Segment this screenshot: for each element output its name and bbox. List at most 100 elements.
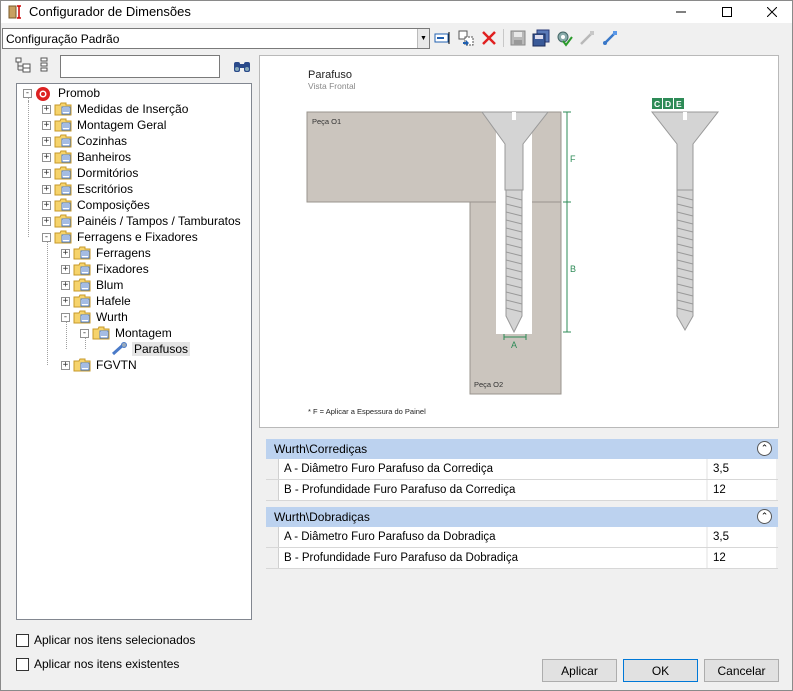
expand-node-icon[interactable]: +	[61, 264, 70, 274]
copy-config-icon[interactable]	[457, 29, 475, 47]
expand-node-icon[interactable]: +	[42, 104, 51, 114]
tree-node[interactable]: + Hafele	[61, 293, 133, 309]
group-header[interactable]: Wurth\Dobradiças ⌃	[266, 507, 778, 527]
dropdown-arrow-icon[interactable]: ▼	[417, 29, 429, 48]
maximize-button[interactable]	[704, 1, 749, 23]
tree-node[interactable]: - Ferragens e Fixadores	[42, 229, 200, 245]
folder-icon	[54, 134, 72, 148]
collapse-tree-icon[interactable]	[37, 57, 53, 73]
screw-diagram: Parafuso Vista Frontal Peça O1 Peça O2 F…	[306, 69, 720, 416]
save-icon[interactable]	[509, 29, 527, 47]
collapse-node-icon[interactable]: -	[42, 232, 51, 242]
maximize-icon	[721, 7, 732, 17]
tree-node[interactable]: - Promob	[23, 85, 102, 101]
screw-reference-view	[650, 111, 720, 332]
expand-node-icon[interactable]: +	[61, 248, 70, 258]
tree-node[interactable]: + Cozinhas	[42, 133, 129, 149]
delete-config-icon[interactable]	[480, 29, 498, 47]
tree-search-input[interactable]	[60, 55, 220, 78]
cancel-button[interactable]: Cancelar	[704, 659, 779, 682]
group-header[interactable]: Wurth\Corrediças ⌃	[266, 439, 778, 459]
tree-node[interactable]: + Escritórios	[42, 181, 135, 197]
property-value-field[interactable]: 3,5	[708, 527, 776, 547]
tree-node[interactable]: + Ferragens	[61, 245, 153, 261]
tree-node[interactable]: + FGVTN	[61, 357, 139, 373]
property-row: A - Diâmetro Furo Parafuso da Corrediça …	[266, 459, 778, 480]
apply-selected-checkbox[interactable]: Aplicar nos itens selecionados	[16, 633, 195, 647]
tree-node-label: Medidas de Inserção	[77, 102, 189, 116]
folder-icon	[54, 166, 72, 180]
tree-node-label: Banheiros	[77, 150, 132, 164]
expand-node-icon[interactable]: +	[42, 184, 51, 194]
folder-icon	[54, 150, 72, 164]
property-name: A - Diâmetro Furo Parafuso da Dobradiça	[278, 527, 706, 547]
checkbox-label: Aplicar nos itens existentes	[34, 657, 180, 671]
tree-node[interactable]: + Dormitórios	[42, 165, 140, 181]
folder-icon	[92, 326, 110, 340]
peca-02-label: Peça O2	[474, 380, 503, 389]
expand-node-icon[interactable]: +	[42, 168, 51, 178]
tree-node-label: Parafusos	[132, 342, 191, 356]
tree-node-label: Montagem Geral	[77, 118, 167, 132]
tree-node[interactable]: + Blum	[61, 277, 125, 293]
tree-node[interactable]: + Painéis / Tampos / Tamburatos	[42, 213, 243, 229]
tree-node-label: Fixadores	[96, 262, 149, 276]
apply-existing-checkbox[interactable]: Aplicar nos itens existentes	[16, 657, 179, 671]
property-value-field[interactable]: 12	[708, 548, 776, 568]
tree-node[interactable]: - Montagem	[80, 325, 174, 341]
tree-node-label: Promob	[58, 86, 101, 100]
expand-node-icon[interactable]: +	[42, 200, 51, 210]
save-all-icon[interactable]	[532, 29, 550, 47]
expand-node-icon[interactable]: +	[61, 296, 70, 306]
tree-node-label: Escritórios	[77, 182, 134, 196]
dimension-a-label: A	[511, 340, 517, 350]
tree-node[interactable]: + Composições	[42, 197, 152, 213]
minimize-button[interactable]	[658, 1, 703, 23]
expand-node-icon[interactable]: +	[42, 152, 51, 162]
settings-check-icon[interactable]	[555, 29, 573, 47]
expand-node-icon[interactable]: +	[42, 136, 51, 146]
rename-config-icon[interactable]	[434, 29, 452, 47]
tree-node[interactable]: + Medidas de Inserção	[42, 101, 190, 117]
configuration-dropdown[interactable]: Configuração Padrão ▼	[2, 28, 430, 49]
folder-icon	[54, 198, 72, 212]
folder-icon	[73, 294, 91, 308]
tree-node-label: Hafele	[96, 294, 131, 308]
expand-node-icon[interactable]: +	[42, 120, 51, 130]
checkbox-box[interactable]	[16, 657, 29, 671]
collapse-node-icon[interactable]: -	[61, 312, 70, 322]
import-icon[interactable]	[578, 29, 596, 47]
collapse-node-icon[interactable]: -	[23, 88, 32, 98]
tree-node[interactable]: + Banheiros	[42, 149, 133, 165]
expand-node-icon[interactable]: +	[61, 280, 70, 290]
apply-button[interactable]: Aplicar	[542, 659, 617, 682]
export-icon[interactable]	[601, 29, 619, 47]
ok-button[interactable]: OK	[623, 659, 698, 682]
toolbar-separator	[503, 29, 504, 47]
expand-node-icon[interactable]: +	[42, 216, 51, 226]
property-value-field[interactable]: 12	[708, 480, 776, 500]
tree-node-label: Painéis / Tampos / Tamburatos	[77, 214, 241, 228]
tree-node[interactable]: Parafusos	[99, 341, 191, 357]
property-row: B - Profundidade Furo Parafuso da Dobrad…	[266, 548, 778, 569]
tree-node[interactable]: + Montagem Geral	[42, 117, 168, 133]
property-value-field[interactable]: 3,5	[708, 459, 776, 479]
collapse-group-icon[interactable]: ⌃	[757, 441, 772, 456]
tree-node[interactable]: + Fixadores	[61, 261, 151, 277]
peca-01-label: Peça O1	[312, 117, 341, 126]
folder-icon	[73, 278, 91, 292]
collapse-group-icon[interactable]: ⌃	[757, 509, 772, 524]
binoculars-search-icon[interactable]	[233, 58, 251, 74]
category-tree[interactable]: - Promob + Medidas de Inserção + Montagem Ger…	[16, 83, 252, 620]
close-button[interactable]	[749, 1, 793, 23]
expand-tree-icon[interactable]	[15, 57, 31, 73]
collapse-node-icon[interactable]: -	[80, 328, 89, 338]
dimension-b-label: B	[570, 264, 576, 274]
tree-node-label: Ferragens	[96, 246, 151, 260]
folder-icon	[73, 262, 91, 276]
folder-icon	[54, 230, 72, 244]
checkbox-box[interactable]	[16, 633, 29, 647]
expand-node-icon[interactable]: +	[61, 360, 70, 370]
folder-icon	[54, 102, 72, 116]
tree-node[interactable]: - Wurth	[61, 309, 130, 325]
